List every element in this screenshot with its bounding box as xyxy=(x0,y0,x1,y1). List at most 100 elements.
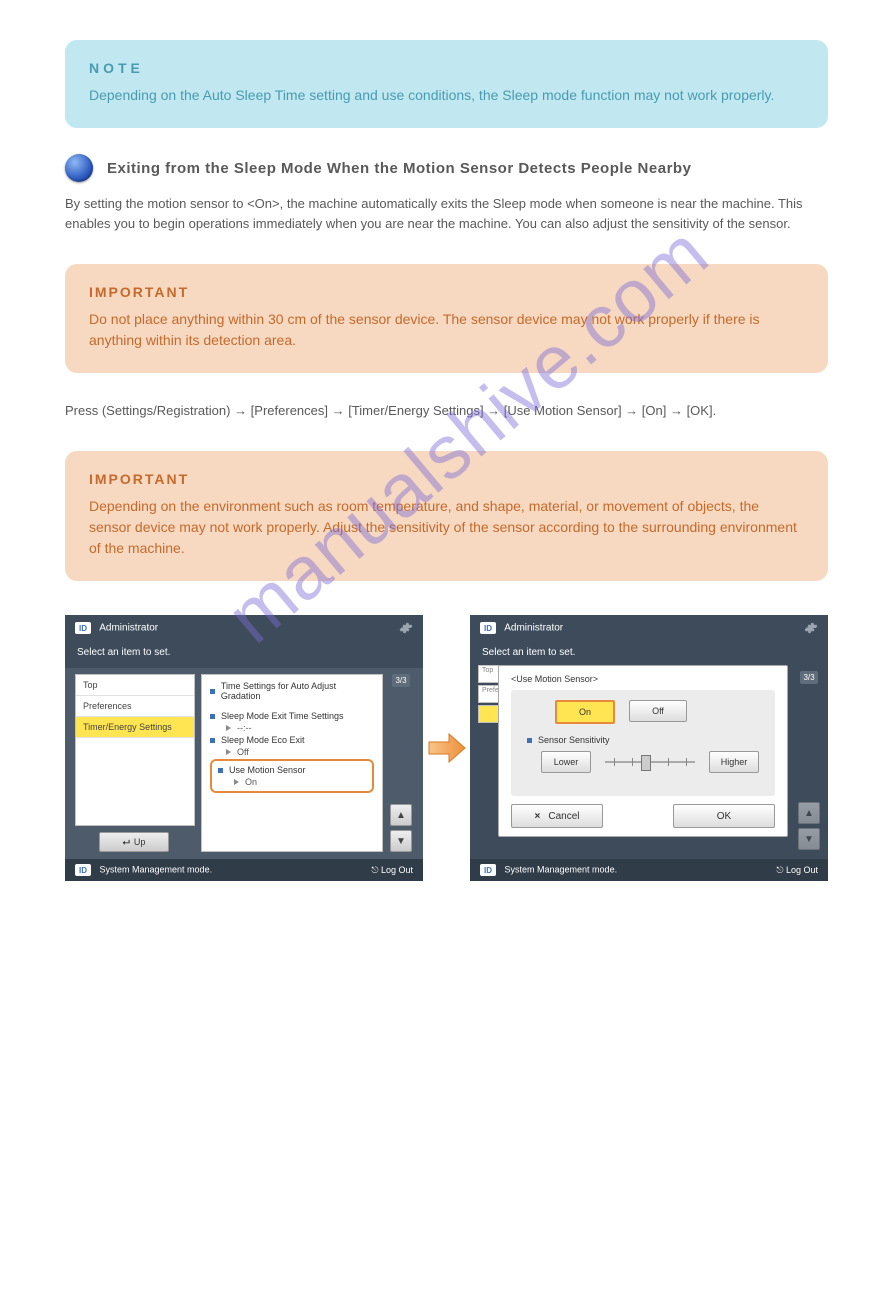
footer-bar: ID System Management mode. ⎋ Log Out xyxy=(470,859,828,881)
topbar: ID Administrator xyxy=(65,615,423,641)
triangle-icon xyxy=(226,749,231,755)
important1-text: Do not place anything within 30 cm of th… xyxy=(89,309,804,351)
dialog-footer: × Cancel OK xyxy=(511,804,775,828)
note-title: NOTE xyxy=(89,58,804,79)
item-label: Sleep Mode Eco Exit xyxy=(221,735,305,745)
page-down-button: ▼ xyxy=(798,828,820,850)
motion-sensor-dialog: <Use Motion Sensor> On Off Sensor Sensit… xyxy=(498,665,788,837)
triangle-icon xyxy=(234,779,239,785)
list-item[interactable]: Time Settings for Auto Adjust Gradation xyxy=(210,681,374,701)
off-label: Off xyxy=(652,706,664,716)
page-indicator: 3/3 xyxy=(800,671,817,684)
page-strip: 3/3 ▲ ▼ xyxy=(798,671,820,850)
topbar: ID Administrator xyxy=(470,615,828,641)
sidebar-item-timer-energy[interactable]: Timer/Energy Settings xyxy=(76,717,194,738)
prompt-text: Select an item to set. xyxy=(65,641,423,668)
prompt-text: Select an item to set. xyxy=(470,641,828,668)
ui-body: Top Preferences Timer/Energy Settings ⮠ … xyxy=(65,668,423,858)
sub-label: Off xyxy=(237,747,249,757)
square-icon xyxy=(210,714,215,719)
list-item[interactable]: Sleep Mode Exit Time Settings xyxy=(210,711,374,721)
item-label: Sleep Mode Exit Time Settings xyxy=(221,711,344,721)
square-icon xyxy=(210,689,215,694)
step-text: Press (Settings/Registration) → [Prefere… xyxy=(65,401,828,421)
square-icon xyxy=(527,738,532,743)
logout-button[interactable]: ⎋ Log Out xyxy=(371,865,413,876)
highlighted-item[interactable]: Use Motion Sensor On xyxy=(210,759,374,793)
toggle-group: On Off xyxy=(527,700,759,721)
cancel-button[interactable]: × Cancel xyxy=(511,804,603,828)
id-chip-icon: ID xyxy=(480,864,496,876)
logout-label: Log Out xyxy=(786,865,818,875)
section-heading-row: Exiting from the Sleep Mode When the Mot… xyxy=(65,154,828,182)
up-label: Up xyxy=(134,837,146,847)
up-button[interactable]: ⮠ Up xyxy=(99,832,169,852)
footer-text: System Management mode. xyxy=(100,865,213,875)
side-list: Top Preferences Timer/Energy Settings xyxy=(75,674,195,826)
logout-icon: ⎋ xyxy=(371,865,381,875)
page-strip: 3/3 ▲ ▼ xyxy=(389,674,413,852)
gear-icon[interactable] xyxy=(804,621,818,635)
settings-list: Time Settings for Auto Adjust Gradation … xyxy=(201,674,383,852)
sub-label: --:-- xyxy=(237,723,252,733)
section-body: By setting the motion sensor to <On>, th… xyxy=(65,194,828,234)
sidebar-item-preferences[interactable]: Preferences xyxy=(76,696,194,717)
important1-title: IMPORTANT xyxy=(89,282,804,303)
bullet-icon xyxy=(65,154,93,182)
page-indicator: 3/3 xyxy=(392,674,409,687)
on-label: On xyxy=(579,707,591,717)
important-box-1: IMPORTANT Do not place anything within 3… xyxy=(65,264,828,373)
sub-label: On xyxy=(245,777,257,787)
list-item-sub: Off xyxy=(210,747,374,757)
id-chip-icon: ID xyxy=(480,622,496,634)
screenshot-settings-list: ID Administrator Select an item to set. … xyxy=(65,615,423,881)
page-down-button[interactable]: ▼ xyxy=(390,830,412,852)
admin-text: Administrator xyxy=(504,623,563,634)
side-column: Top Preferences Timer/Energy Settings ⮠ … xyxy=(75,674,195,852)
admin-label: ID Administrator xyxy=(480,622,563,634)
square-icon xyxy=(218,768,223,773)
screenshot-dialog: ID Administrator Select an item to set. … xyxy=(470,615,828,881)
lower-label: Lower xyxy=(554,757,579,767)
logout-label: Log Out xyxy=(381,865,413,875)
list-item-sub: --:-- xyxy=(210,723,374,733)
square-icon xyxy=(210,738,215,743)
lower-button[interactable]: Lower xyxy=(541,751,591,773)
important2-title: IMPORTANT xyxy=(89,469,804,490)
off-button[interactable]: Off xyxy=(629,700,687,722)
logout-button[interactable]: ⎋ Log Out xyxy=(776,865,818,876)
slider-knob-icon[interactable] xyxy=(641,755,651,771)
id-chip-icon: ID xyxy=(75,622,91,634)
higher-label: Higher xyxy=(721,757,748,767)
screenshot-row: ID Administrator Select an item to set. … xyxy=(65,615,828,881)
page-up-button[interactable]: ▲ xyxy=(390,804,412,826)
admin-label: ID Administrator xyxy=(75,622,158,634)
x-icon: × xyxy=(535,811,541,822)
on-button[interactable]: On xyxy=(555,700,615,724)
footer-bar: ID System Management mode. ⎋ Log Out xyxy=(65,859,423,881)
list-item: Use Motion Sensor xyxy=(218,765,366,775)
id-chip-icon: ID xyxy=(75,864,91,876)
sensitivity-slider[interactable] xyxy=(605,761,695,763)
dialog-title: <Use Motion Sensor> xyxy=(511,674,775,684)
sensitivity-group: Sensor Sensitivity Lower Hi xyxy=(527,735,759,773)
list-item[interactable]: Sleep Mode Eco Exit xyxy=(210,735,374,745)
sensitivity-label: Sensor Sensitivity xyxy=(538,735,610,745)
logout-icon: ⎋ xyxy=(776,865,786,875)
cancel-label: Cancel xyxy=(548,811,579,822)
ok-button[interactable]: OK xyxy=(673,804,775,828)
up-arrow-icon: ⮠ xyxy=(123,837,130,848)
footer-status: ID System Management mode. xyxy=(480,864,617,876)
important2-text: Depending on the environment such as roo… xyxy=(89,496,804,559)
footer-status: ID System Management mode. xyxy=(75,864,212,876)
note-box: NOTE Depending on the Auto Sleep Time se… xyxy=(65,40,828,128)
admin-text: Administrator xyxy=(99,623,158,634)
ok-label: OK xyxy=(717,811,731,822)
note-text: Depending on the Auto Sleep Time setting… xyxy=(89,85,804,106)
footer-text: System Management mode. xyxy=(505,865,618,875)
sidebar-item-top[interactable]: Top xyxy=(76,675,194,696)
list-item-sub: On xyxy=(218,777,366,787)
higher-button[interactable]: Higher xyxy=(709,751,759,773)
flow-arrow-icon xyxy=(427,728,467,768)
gear-icon[interactable] xyxy=(399,621,413,635)
